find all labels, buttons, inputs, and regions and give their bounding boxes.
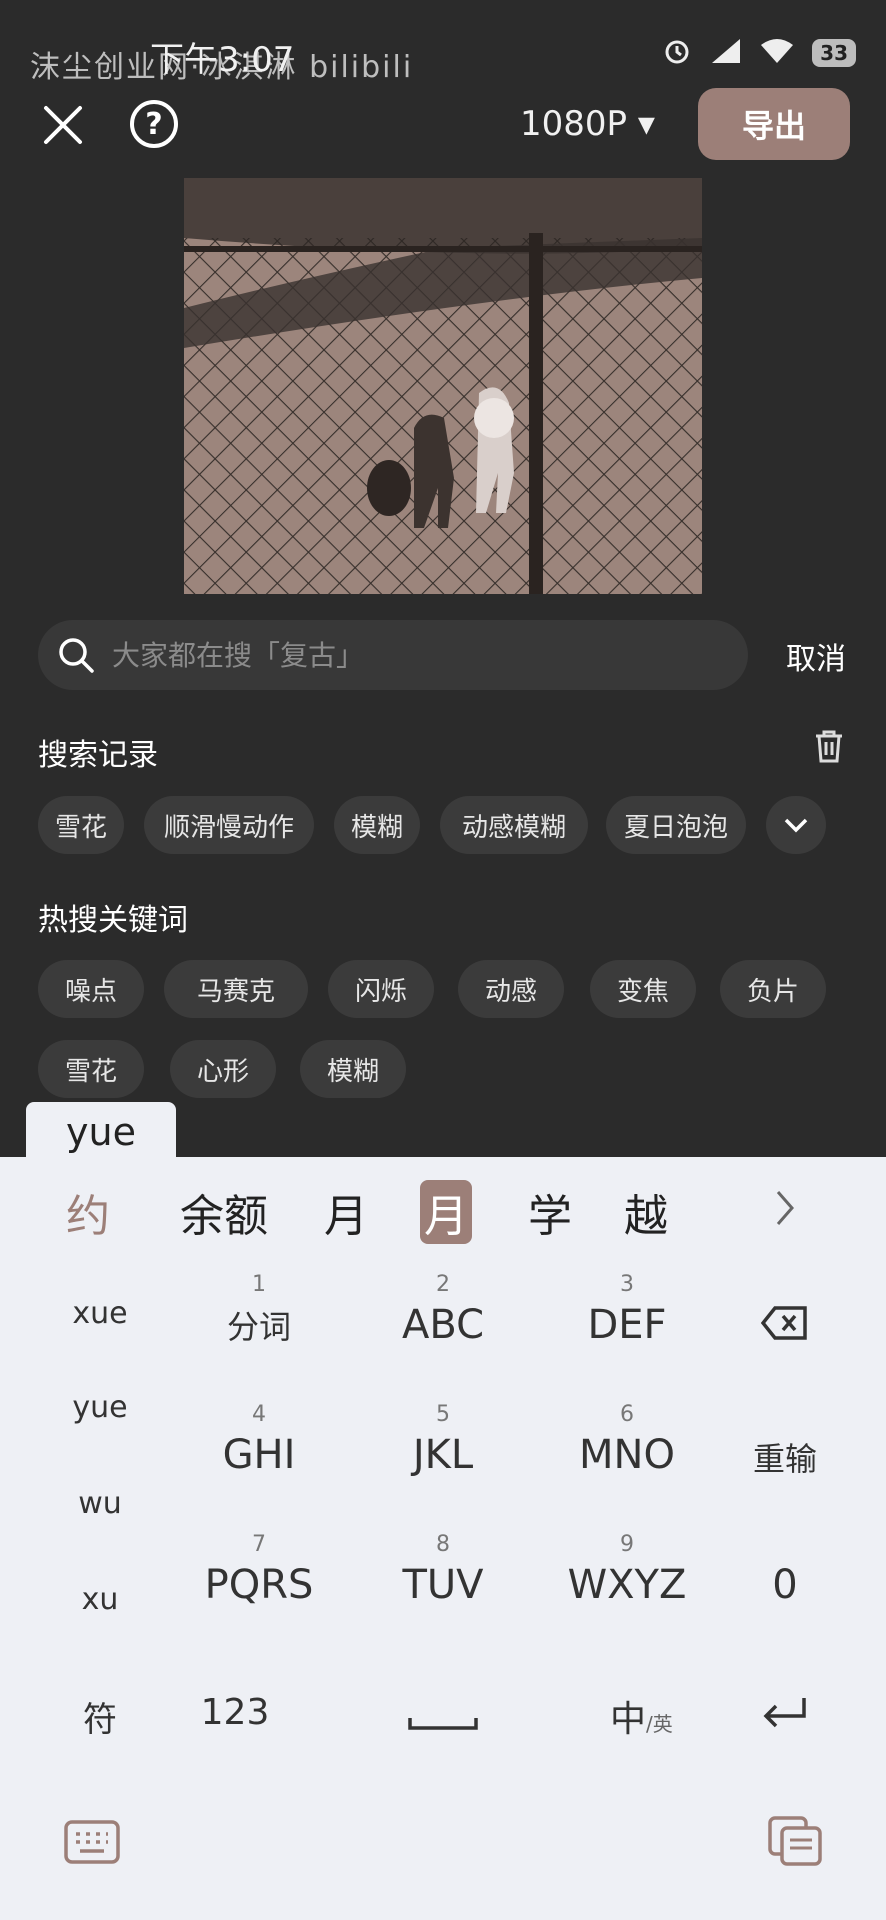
reinput-key[interactable]: 重输 [730,1434,840,1480]
search-icon [56,635,96,675]
expand-history-button[interactable] [766,796,826,854]
hot-chip[interactable]: 心形 [170,1040,276,1098]
candidate[interactable]: 约 [66,1180,110,1244]
key-label: JKL [412,1432,474,1478]
key-number: 2 [436,1272,450,1297]
key-label: TUV [402,1562,484,1608]
history-chip[interactable]: 模糊 [334,796,420,854]
pinyin-option[interactable]: wu [40,1486,160,1521]
key-number: 8 [436,1532,450,1557]
pinyin-composition: yue [26,1102,176,1162]
history-title: 搜索记录 [38,738,158,773]
more-candidates-button[interactable] [772,1188,798,1232]
candidate-selected[interactable]: 月 [420,1180,472,1244]
key-number: 3 [620,1272,634,1297]
space-key[interactable] [378,1680,508,1740]
key-number: 4 [252,1402,266,1427]
status-icons: 33 [662,36,856,70]
video-preview [184,178,702,594]
key-label: WXYZ [567,1562,687,1608]
symbol-key[interactable]: 符 [40,1692,160,1741]
signal-icon [710,37,742,69]
wifi-icon [760,37,794,69]
pinyin-option[interactable]: xu [40,1582,160,1617]
zero-key[interactable]: 0 [730,1562,840,1608]
hot-chip[interactable]: 闪烁 [328,960,434,1018]
resolution-dropdown[interactable]: 1080P ▾ [520,104,655,144]
number-key[interactable]: 123 [180,1692,290,1733]
hot-chip[interactable]: 噪点 [38,960,144,1018]
hot-chip[interactable]: 雪花 [38,1040,144,1098]
alarm-icon [662,36,692,70]
candidate[interactable]: 余额 [180,1180,268,1244]
history-chip[interactable]: 夏日泡泡 [606,796,746,854]
key-label: DEF [587,1302,667,1348]
delete-history-button[interactable] [812,728,846,768]
close-button[interactable] [38,100,88,150]
question-icon: ? [145,106,163,142]
search-input[interactable] [110,637,694,673]
export-button[interactable]: 导出 [698,88,850,160]
keyboard-icon [64,1820,120,1864]
hot-chip[interactable]: 变焦 [590,960,696,1018]
key-number: 9 [620,1532,634,1557]
trash-icon [816,730,842,763]
chevron-right-icon [776,1191,794,1225]
chevron-down-icon [784,818,808,833]
enter-key[interactable] [760,1694,810,1734]
hot-chip[interactable]: 马赛克 [164,960,308,1018]
close-icon [44,106,82,144]
key-number: 1 [252,1272,266,1297]
language-switch-key[interactable]: 中/英 [610,1690,730,1742]
history-chip[interactable]: 顺滑慢动作 [144,796,314,854]
enter-icon [763,1698,806,1728]
key-number: 7 [252,1532,266,1557]
hot-chip[interactable]: 动感 [458,960,564,1018]
hot-chip[interactable]: 模糊 [300,1040,406,1098]
pinyin-option[interactable]: xue [40,1296,160,1331]
backspace-key[interactable] [730,1306,840,1344]
history-chip[interactable]: 雪花 [38,796,124,854]
hot-chip[interactable]: 负片 [720,960,826,1018]
space-icon [408,1718,478,1730]
key-label: MNO [579,1432,675,1478]
battery-indicator: 33 [812,39,856,67]
history-chip[interactable]: 动感模糊 [440,796,588,854]
key-number: 5 [436,1402,450,1427]
lang-main: 中 [610,1699,647,1740]
keyboard-toggle-button[interactable] [64,1820,120,1868]
status-time: 下午3:07 [150,40,295,80]
candidate[interactable]: 学 [528,1180,572,1244]
lang-sub: /英 [646,1712,673,1736]
search-bar[interactable] [38,620,748,690]
cancel-button[interactable]: 取消 [786,634,846,678]
candidate[interactable]: 越 [624,1180,668,1244]
candidate[interactable]: 月 [324,1180,368,1244]
key-label: PQRS [204,1562,314,1608]
key-label: GHI [222,1432,296,1478]
key-label: ABC [401,1302,485,1348]
pinyin-option[interactable]: yue [40,1390,160,1425]
clipboard-icon [768,1816,822,1866]
key-label: 分词 [226,1308,291,1346]
backspace-icon [760,1306,807,1340]
key-number: 6 [620,1402,634,1427]
clipboard-button[interactable] [768,1816,822,1870]
hot-title: 热搜关键词 [38,903,188,938]
help-button[interactable]: ? [130,100,178,148]
